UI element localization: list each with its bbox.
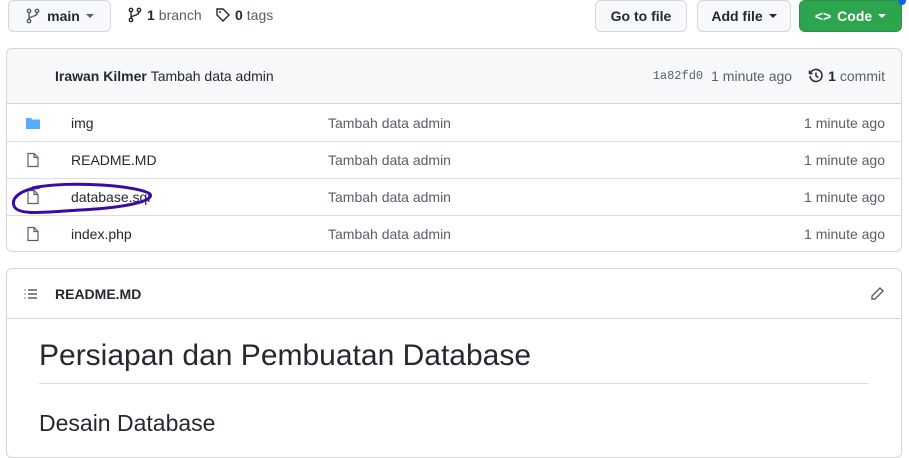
branch-count: 1 <box>147 7 155 23</box>
add-file-button[interactable]: Add file <box>697 0 791 32</box>
commit-message[interactable]: Tambah data admin <box>151 68 274 84</box>
pencil-edit-icon[interactable] <box>869 286 885 302</box>
add-file-label: Add file <box>711 8 763 24</box>
code-icon: <> <box>814 8 832 24</box>
readme-header: README.MD <box>7 269 901 319</box>
file-commit-message[interactable]: Tambah data admin <box>328 115 804 131</box>
folder-icon <box>25 115 41 131</box>
commit-time: 1 minute ago <box>711 68 793 84</box>
branch-select-button[interactable]: main <box>8 0 111 32</box>
go-to-file-label: Go to file <box>610 8 672 24</box>
code-button[interactable]: <> Code <box>799 0 902 32</box>
file-age: 1 minute ago <box>804 152 885 168</box>
go-to-file-button[interactable]: Go to file <box>595 0 687 32</box>
tag-count: 0 <box>235 7 243 23</box>
git-branch-icon <box>128 7 142 23</box>
caret-down-icon <box>768 14 777 18</box>
file-name-link[interactable]: README.MD <box>71 152 328 168</box>
tag-label: tags <box>246 7 274 23</box>
tags-link[interactable]: 0 tags <box>215 7 273 23</box>
readme-heading-1: Persiapan dan Pembuatan Database <box>39 339 869 384</box>
file-row: README.MD Tambah data admin 1 minute ago <box>7 141 901 178</box>
caret-down-icon <box>85 14 94 18</box>
notification-dot <box>898 0 906 5</box>
file-name-link[interactable]: index.php <box>71 226 328 242</box>
file-age: 1 minute ago <box>804 189 885 205</box>
history-icon <box>808 68 823 83</box>
file-row: index.php Tambah data admin 1 minute ago <box>7 215 901 251</box>
file-age: 1 minute ago <box>804 114 885 131</box>
file-icon <box>25 226 41 242</box>
file-commit-message[interactable]: Tambah data admin <box>328 226 804 242</box>
branch-label: branch <box>158 7 202 23</box>
file-commit-message[interactable]: Tambah data admin <box>328 189 804 205</box>
commit-count-label: commit <box>839 68 885 84</box>
list-icon[interactable] <box>23 286 39 302</box>
file-icon <box>25 152 41 168</box>
file-age: 1 minute ago <box>804 226 885 242</box>
readme-panel: README.MD Persiapan dan Pembuatan Databa… <box>6 268 902 458</box>
branch-name: main <box>47 8 80 24</box>
file-row: img Tambah data admin 1 minute ago <box>7 104 901 141</box>
tag-icon <box>216 8 230 22</box>
code-label: Code <box>837 8 873 24</box>
file-name-link[interactable]: img <box>71 115 328 131</box>
readme-heading-2: Desain Database <box>39 410 216 436</box>
annotation-circle <box>11 182 152 214</box>
commits-link[interactable]: 1 commit <box>808 68 885 84</box>
git-branch-icon <box>26 8 40 24</box>
readme-filename: README.MD <box>55 285 142 302</box>
commit-count: 1 <box>828 68 836 84</box>
commit-author[interactable]: Irawan Kilmer <box>55 68 147 84</box>
file-commit-message[interactable]: Tambah data admin <box>328 152 804 168</box>
commit-sha[interactable]: 1a82fd0 <box>653 69 703 83</box>
branches-link[interactable]: 1 branch <box>127 7 202 23</box>
caret-down-icon <box>878 14 887 18</box>
latest-commit-bar: Irawan Kilmer Tambah data admin 1a82fd0 … <box>7 49 901 104</box>
file-browser: Irawan Kilmer Tambah data admin 1a82fd0 … <box>6 48 902 252</box>
